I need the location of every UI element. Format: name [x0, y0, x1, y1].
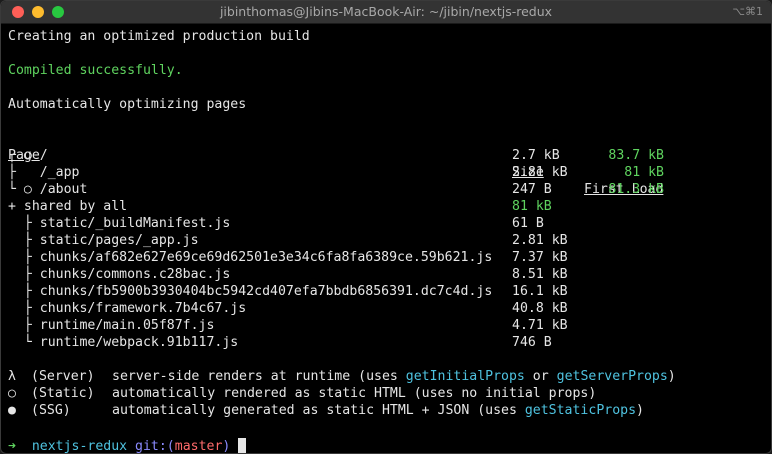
legend-row: ● (SSG) automatically generated as static … [8, 402, 768, 419]
output-line-optimizing: Automatically optimizing pages [8, 97, 247, 112]
chunk-size: 8.51 kB [512, 267, 568, 282]
prompt-git-label: git:( [135, 439, 175, 454]
legend-text: automatically rendered as static HTML (u… [112, 386, 597, 401]
page-name: └ ○ /about [8, 182, 88, 197]
page-name: ┌ ○ / [8, 148, 48, 163]
legend-row: ○ (Static) automatically rendered as stati… [8, 385, 768, 402]
chunk-name: ├ chunks/af682e627e69ce69d62501e3e34c6fa… [8, 250, 493, 265]
window-shortcut-label: ⌥⌘1 [732, 5, 763, 18]
chunk-size: 40.8 kB [512, 301, 568, 316]
prompt-git-branch: master [174, 439, 223, 454]
legend-symbol: ○ [8, 386, 16, 401]
output-line-compiled: Compiled successfully. [8, 63, 183, 78]
chunk-name: ├ chunks/commons.c28bac.js [8, 267, 231, 282]
chunk-name: ├ static/_buildManifest.js [8, 216, 231, 231]
legend-text: automatically generated as static HTML +… [112, 403, 525, 418]
page-row: ┌ ○ / 2.7 kB 83.7 kB [8, 147, 668, 164]
chunk-row: ├ chunks/framework.7b4c67.js 40.8 kB [8, 300, 668, 317]
legend-text: getServerProps [556, 369, 668, 384]
prompt-arrow-icon: ➜ [8, 439, 32, 454]
page-first-load: 83.7 kB [608, 148, 664, 163]
legend-key: (Static) [31, 386, 95, 401]
legend-text: getInitialProps [405, 369, 525, 384]
page-row: ├ /_app 2.81 kB 81 kB [8, 164, 668, 181]
legend-description: server-side renders at runtime (uses get… [112, 368, 676, 385]
chunk-name: ├ chunks/fb5900b3930404bc5942cd407efa7bb… [8, 284, 493, 299]
shared-row: + shared by all 81 kB [8, 198, 668, 215]
chunk-name: ├ static/pages/_app.js [8, 233, 199, 248]
legend-text: server-side renders at runtime (uses [112, 369, 406, 384]
chunk-name: └ runtime/webpack.91b117.js [8, 335, 239, 350]
cursor[interactable] [238, 438, 247, 453]
prompt-directory: nextjs-redux [31, 439, 136, 454]
legend-symbol: λ [8, 369, 16, 384]
page-name: ├ /_app [8, 165, 80, 180]
prompt-line: ➜ nextjs-redux git:(master) [8, 438, 247, 454]
table-header-row: Page Size First Load [8, 130, 668, 197]
shared-label: + shared by all [8, 199, 128, 214]
chunk-row: ├ runtime/main.05f87f.js 4.71 kB [8, 317, 668, 334]
chunk-size: 4.71 kB [512, 318, 568, 333]
chunk-size: 61 B [512, 216, 544, 231]
legend-text: or [524, 369, 557, 384]
legend-key: (SSG) [31, 403, 71, 418]
page-row: └ ○ /about 247 B 81.3 kB [8, 181, 668, 198]
chunk-row: ├ static/pages/_app.js 2.81 kB [8, 232, 668, 249]
legend-text: ) [667, 369, 676, 384]
output-line-creating: Creating an optimized production build [8, 29, 310, 44]
title-bar: jibinthomas@Jibins-MacBook-Air: ~/jibin/… [1, 1, 771, 24]
page-first-load: 81 kB [624, 165, 664, 180]
legend-description: automatically generated as static HTML +… [112, 402, 644, 419]
page-size: 2.81 kB [512, 165, 568, 180]
page-size: 2.7 kB [512, 148, 560, 163]
chunk-row: ├ chunks/af682e627e69ce69d62501e3e34c6fa… [8, 249, 668, 266]
page-size: 247 B [512, 182, 552, 197]
chunk-row: └ runtime/webpack.91b117.js 746 B [8, 334, 668, 351]
window-title: jibinthomas@Jibins-MacBook-Air: ~/jibin/… [219, 4, 553, 19]
page-first-load: 81.3 kB [608, 182, 664, 197]
legend-row: λ (Server) server-side renders at runtime … [8, 368, 768, 385]
chunk-size: 7.37 kB [512, 250, 568, 265]
legend-description: automatically rendered as static HTML (u… [112, 385, 596, 402]
chunk-row: ├ chunks/fb5900b3930404bc5942cd407efa7bb… [8, 283, 668, 300]
legend-text: ) [636, 403, 644, 418]
chunk-size: 2.81 kB [512, 233, 568, 248]
terminal-window: jibinthomas@Jibins-MacBook-Air: ~/jibin/… [0, 0, 772, 454]
chunk-name: ├ chunks/framework.7b4c67.js [8, 301, 247, 316]
chunk-row: ├ chunks/commons.c28bac.js 8.51 kB [8, 266, 668, 283]
chunk-size: 16.1 kB [512, 284, 568, 299]
chunk-row: ├ static/_buildManifest.js 61 B [8, 215, 668, 232]
chunk-name: ├ runtime/main.05f87f.js [8, 318, 215, 333]
terminal-output[interactable]: Creating an optimized production build C… [8, 28, 767, 453]
legend-symbol: ● [8, 403, 16, 418]
legend-key: (Server) [31, 369, 95, 384]
chunk-size: 746 B [512, 335, 552, 350]
legend-text: getStaticProps [524, 403, 637, 418]
prompt-git-close: ) [222, 439, 239, 454]
shared-size: 81 kB [512, 199, 552, 214]
